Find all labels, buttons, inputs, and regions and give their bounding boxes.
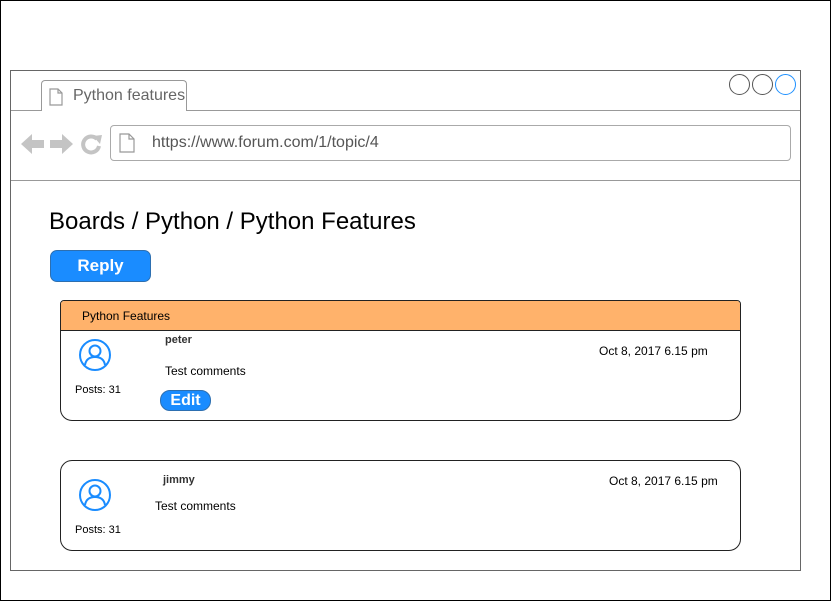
url-text: https://www.forum.com/1/topic/4 — [152, 134, 379, 151]
post-date: Oct 8, 2017 6.15 pm — [599, 344, 708, 358]
user-posts-count: Posts: 31 — [75, 384, 121, 396]
toolbar-divider — [11, 180, 800, 181]
back-arrow-icon[interactable] — [21, 133, 44, 155]
post-date: Oct 8, 2017 6.15 pm — [609, 474, 718, 488]
user-avatar-icon — [79, 479, 111, 511]
topic-title: Python Features — [82, 309, 171, 323]
breadcrumb: Boards / Python / Python Features — [49, 208, 416, 235]
tab-title: Python features — [73, 87, 186, 104]
forward-arrow-icon[interactable] — [50, 133, 74, 155]
page-icon — [119, 133, 135, 153]
restore-window-button[interactable] — [752, 74, 773, 95]
post-comment: Test comments — [155, 499, 236, 513]
maximize-window-button[interactable] — [775, 74, 796, 95]
user-avatar-icon — [79, 339, 111, 371]
user-posts-count: Posts: 31 — [75, 524, 121, 536]
post-username[interactable]: jimmy — [163, 474, 195, 486]
browser-tab[interactable]: Python features — [41, 80, 187, 111]
browser-window: Python features https://www.forum.com/1/… — [10, 70, 801, 571]
reply-button[interactable]: Reply — [50, 250, 151, 282]
topic-header: Python Features — [61, 301, 740, 331]
navigation-buttons — [21, 133, 104, 155]
post-username[interactable]: peter — [165, 334, 192, 346]
reload-icon[interactable] — [80, 133, 102, 155]
post-comment: Test comments — [165, 364, 246, 378]
edit-button[interactable]: Edit — [160, 390, 211, 411]
post-card: jimmy Oct 8, 2017 6.15 pm Test comments … — [60, 460, 741, 551]
post-card: Python Features peter Oct 8, 2017 6.15 p… — [60, 300, 741, 421]
window-controls — [727, 74, 796, 95]
page-icon — [49, 88, 63, 106]
minimize-window-button[interactable] — [729, 74, 750, 95]
address-bar[interactable]: https://www.forum.com/1/topic/4 — [110, 125, 791, 161]
